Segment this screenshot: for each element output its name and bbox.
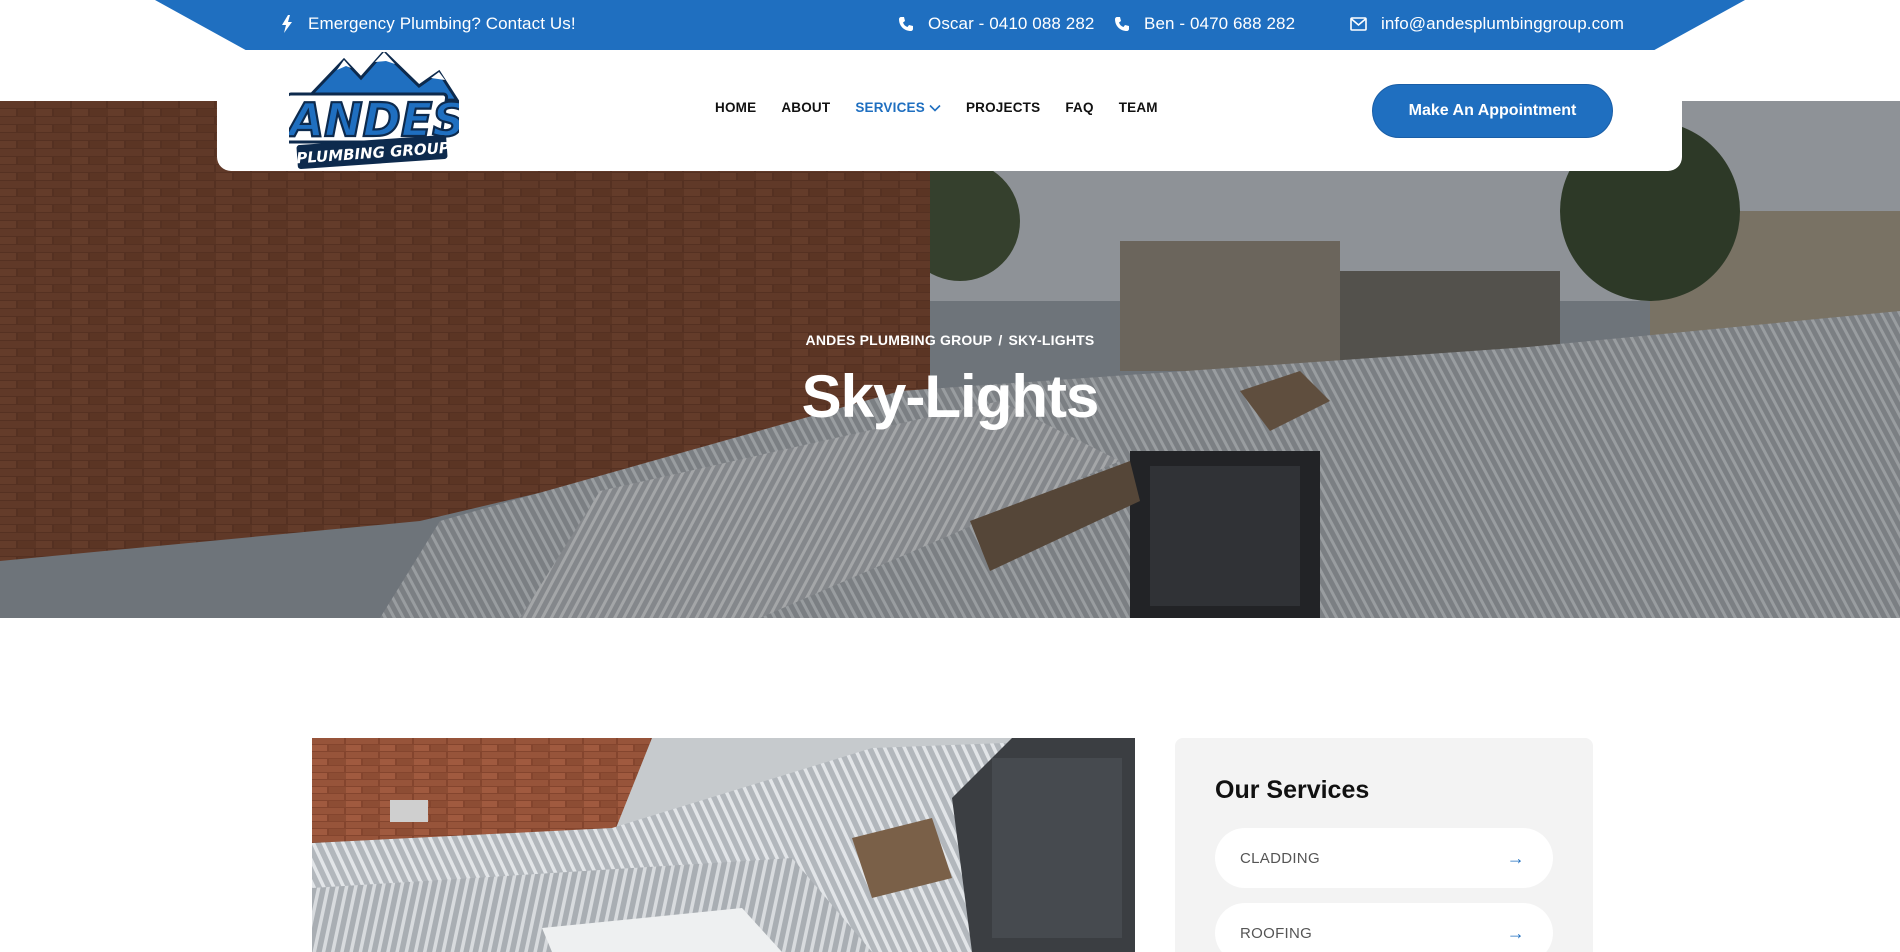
- email-text: info@andesplumbinggroup.com: [1381, 14, 1624, 33]
- nav-team[interactable]: TEAM: [1119, 100, 1158, 115]
- phone-ben-text: Ben - 0470 688 282: [1144, 14, 1296, 33]
- chevron-down-icon: [929, 104, 941, 112]
- arrow-right-icon: →: [1506, 922, 1525, 943]
- email-link[interactable]: info@andesplumbinggroup.com: [1350, 14, 1624, 34]
- services-sidebar: Our Services CLADDING → ROOFING →: [1175, 738, 1593, 952]
- envelope-icon: [1350, 17, 1367, 31]
- nav-faq[interactable]: FAQ: [1065, 100, 1093, 115]
- roof-photo: [312, 738, 1135, 952]
- phone-oscar[interactable]: Oscar - 0410 088 282: [898, 14, 1094, 34]
- nav-about[interactable]: ABOUT: [781, 100, 830, 115]
- nav-services[interactable]: SERVICES: [855, 100, 941, 115]
- service-label: CLADDING: [1240, 849, 1320, 867]
- page-title: Sky-Lights: [801, 363, 1100, 430]
- lightning-icon: [282, 15, 292, 33]
- nav-projects[interactable]: PROJECTS: [966, 100, 1040, 115]
- feature-image: [312, 738, 1135, 952]
- breadcrumb-home[interactable]: ANDES PLUMBING GROUP: [806, 332, 993, 348]
- hero-overlay: [0, 101, 1900, 618]
- phone-icon: [1115, 17, 1129, 31]
- sidebar-title: Our Services: [1215, 776, 1370, 804]
- service-link-cladding[interactable]: CLADDING →: [1215, 828, 1553, 888]
- service-label: ROOFING: [1240, 924, 1313, 942]
- main-nav: HOME ABOUT SERVICES PROJECTS FAQ TEAM: [715, 100, 1183, 115]
- andes-logo[interactable]: ANDES PLUMBING GROUP: [279, 49, 467, 170]
- phone-ben[interactable]: Ben - 0470 688 282: [1114, 14, 1295, 34]
- logo-image: ANDES PLUMBING GROUP: [279, 49, 467, 170]
- breadcrumb: ANDES PLUMBING GROUP / SKY-LIGHTS: [0, 332, 1900, 348]
- phone-oscar-text: Oscar - 0410 088 282: [928, 14, 1095, 33]
- breadcrumb-current: SKY-LIGHTS: [1008, 332, 1095, 348]
- arrow-right-icon: →: [1506, 847, 1525, 868]
- service-link-roofing[interactable]: ROOFING →: [1215, 903, 1553, 952]
- emergency-text: Emergency Plumbing? Contact Us!: [308, 14, 576, 33]
- make-appointment-button[interactable]: Make An Appointment: [1372, 84, 1613, 138]
- nav-home[interactable]: HOME: [715, 100, 756, 115]
- phone-icon: [899, 17, 913, 31]
- emergency-notice[interactable]: Emergency Plumbing? Contact Us!: [280, 14, 576, 34]
- hero-banner: [0, 101, 1900, 618]
- nav-services-label: SERVICES: [855, 100, 925, 115]
- breadcrumb-separator: /: [998, 332, 1003, 348]
